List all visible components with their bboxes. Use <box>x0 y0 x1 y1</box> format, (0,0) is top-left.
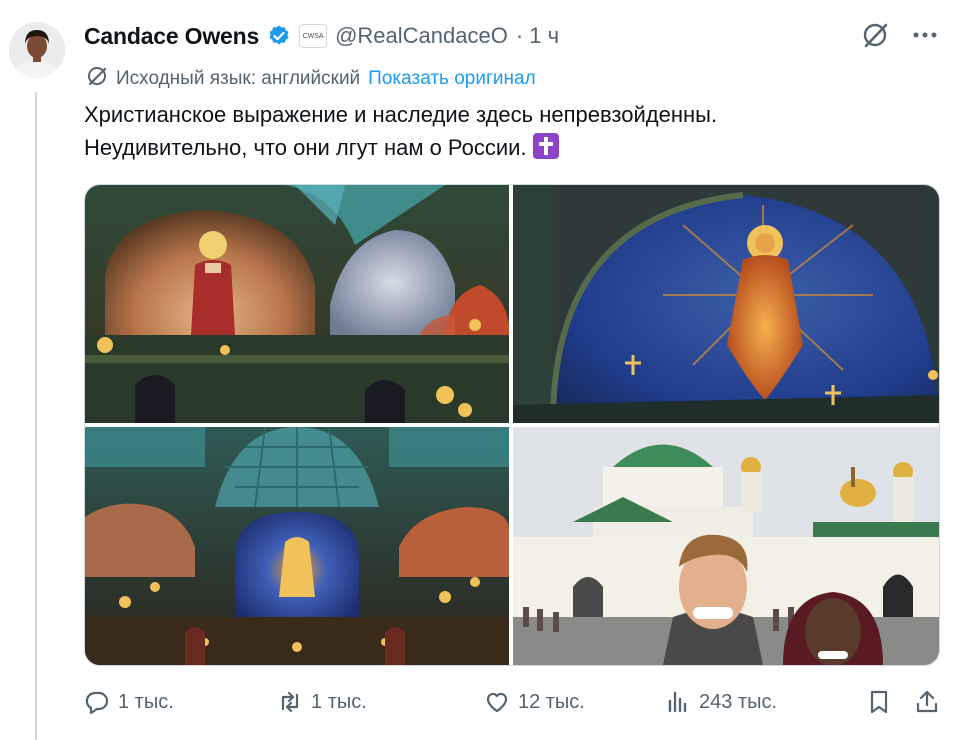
views-button[interactable]: 243 тыс. <box>665 689 866 715</box>
engagement-bar: 1 тыс. 1 тыс. 12 тыс. 243 тыс. <box>84 680 940 724</box>
views-chart-icon <box>668 691 687 713</box>
translation-notice: Исходный язык: английский Показать ориги… <box>86 66 536 92</box>
post-time[interactable]: · 1 ч <box>516 23 559 49</box>
header-actions <box>860 20 938 50</box>
repost-count: 1 тыс. <box>311 690 367 713</box>
repost-button[interactable]: 1 тыс. <box>277 689 484 715</box>
reply-count: 1 тыс. <box>118 690 174 713</box>
share-button[interactable] <box>914 689 940 715</box>
like-count: 12 тыс. <box>517 690 585 713</box>
latin-cross-emoji-icon <box>532 133 559 159</box>
heart-icon <box>486 692 508 713</box>
bookmark-icon <box>870 690 888 714</box>
reply-button[interactable]: 1 тыс. <box>84 689 277 715</box>
monastery-selfie-photo[interactable] <box>513 427 939 665</box>
affiliate-badge[interactable]: CWSA <box>299 24 328 48</box>
cathedral-nave-photo[interactable] <box>85 427 509 665</box>
author-handle[interactable]: @RealCandaceO <box>335 23 508 49</box>
translation-label: Исходный язык: английский <box>116 68 361 89</box>
media-grid <box>84 184 940 666</box>
like-button[interactable]: 12 тыс. <box>484 689 665 715</box>
author-name[interactable]: Candace Owens <box>84 23 259 50</box>
tweet-text-line: Неудивительно, что они лгут нам о России… <box>84 135 527 160</box>
reply-icon <box>85 691 109 715</box>
avatar[interactable] <box>9 22 65 78</box>
grok-icon[interactable] <box>860 20 890 50</box>
tweet-text-line: Христианское выражение и наследие здесь … <box>84 102 718 127</box>
translate-icon <box>86 65 108 93</box>
share-icon <box>916 690 938 713</box>
cathedral-interior-icon-photo[interactable] <box>85 185 509 423</box>
repost-icon <box>281 691 299 713</box>
verified-badge-icon <box>267 24 291 48</box>
tweet-header: Candace Owens CWSA @RealCandaceO · 1 ч <box>84 16 559 56</box>
show-original-link[interactable]: Показать оригинал <box>368 68 535 90</box>
cathedral-dome-mosaic-photo[interactable] <box>513 185 939 423</box>
tweet-text: Христианское выражение и наследие здесь … <box>84 98 924 164</box>
views-count: 243 тыс. <box>699 690 778 713</box>
bookmark-button[interactable] <box>866 689 892 715</box>
thread-line <box>35 92 37 740</box>
more-options-icon[interactable] <box>912 31 938 39</box>
